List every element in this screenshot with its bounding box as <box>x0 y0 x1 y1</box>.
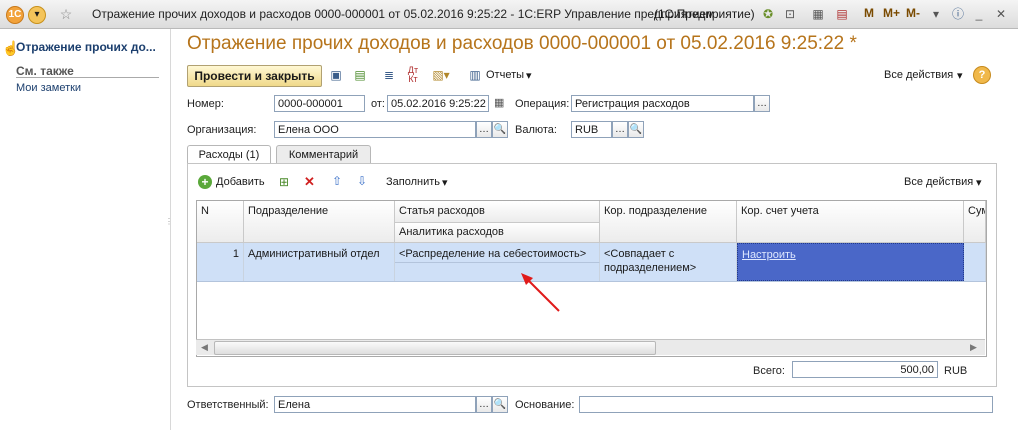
tab-expenses[interactable]: Расходы (1) <box>187 145 271 164</box>
delete-row-icon[interactable]: ✕ <box>304 174 318 189</box>
side-panel: Отражение прочих до... См. также Мои зам… <box>0 29 173 430</box>
currency-search-icon[interactable]: 🔍 <box>628 121 644 138</box>
nav-item-current[interactable]: Отражение прочих до... <box>16 40 156 54</box>
app-logo-icon[interactable]: 1C <box>6 6 24 24</box>
scroll-left-icon[interactable]: ◀ <box>201 342 208 353</box>
cell-expense-analytics[interactable] <box>395 263 600 281</box>
configure-link[interactable]: Настроить <box>742 249 796 261</box>
menu-chevron-icon[interactable]: ▾ <box>28 6 46 24</box>
currency-label: Валюта: <box>515 124 557 136</box>
cell-division[interactable]: Административный отдел <box>244 243 395 281</box>
responsible-field[interactable]: Елена <box>274 396 476 413</box>
move-up-icon[interactable]: ⇧ <box>332 174 346 189</box>
reports-menu[interactable]: Отчеты <box>486 69 524 81</box>
total-field: 500,00 <box>792 361 938 378</box>
all-actions-chevron-icon[interactable]: ▾ <box>957 69 963 82</box>
add-icon[interactable]: + <box>198 175 212 189</box>
column-header-expense-analytics[interactable]: Аналитика расходов <box>395 223 600 243</box>
operation-label: Операция: <box>515 98 570 110</box>
basis-label: Основание: <box>515 399 575 411</box>
list-icon[interactable]: ≣ <box>380 66 398 84</box>
expenses-table[interactable]: N Подразделение Статья расходов Аналитик… <box>196 200 987 357</box>
cell-sum[interactable] <box>964 243 986 281</box>
scroll-right-icon[interactable]: ▶ <box>970 342 977 353</box>
grid-all-actions-chevron-icon[interactable]: ▾ <box>976 176 982 189</box>
post-icon[interactable]: ▤ <box>351 66 369 84</box>
info-icon[interactable]: ⓘ <box>950 6 966 22</box>
close-icon[interactable]: ✕ <box>994 6 1008 22</box>
number-label: Номер: <box>187 98 224 110</box>
dropdown-chevron-icon[interactable]: ▾ <box>930 6 942 22</box>
responsible-select-button[interactable]: … <box>476 396 492 413</box>
column-header-cor-division[interactable]: Кор. подразделение <box>600 201 737 243</box>
organization-label: Организация: <box>187 124 257 136</box>
column-header-sum[interactable]: Сум <box>964 201 986 243</box>
cell-expense-item[interactable]: <Распределение на себестоимость> <box>395 243 600 263</box>
post-and-close-button[interactable]: Провести и закрыть <box>187 65 322 87</box>
dt-kt-icon[interactable]: Дт Кт <box>404 66 422 84</box>
window-title: Отражение прочих доходов и расходов 0000… <box>92 7 715 21</box>
favorite-star-icon[interactable]: ☆ <box>57 6 75 22</box>
scroll-thumb[interactable] <box>214 341 656 355</box>
create-based-icon[interactable]: ▧▾ <box>432 66 450 84</box>
responsible-label: Ответственный: <box>187 399 269 411</box>
fill-chevron-icon[interactable]: ▾ <box>442 176 448 189</box>
copy-row-icon[interactable]: ⊞ <box>279 175 295 190</box>
add-row-button[interactable]: Добавить <box>216 176 265 188</box>
date-label: от: <box>371 98 385 110</box>
star-add-icon[interactable]: ✪ <box>760 6 776 22</box>
splitter-handle[interactable]: ⋮ <box>165 218 173 235</box>
number-field[interactable]: 0000-000001 <box>274 95 365 112</box>
document-title: Отражение прочих доходов и расходов 0000… <box>187 33 857 54</box>
organization-select-button[interactable]: … <box>476 121 492 138</box>
reports-icon[interactable]: ▥ <box>466 66 484 84</box>
nav-section-see-also: См. также <box>16 64 74 78</box>
all-actions-menu[interactable]: Все действия <box>884 69 953 81</box>
minimize-icon[interactable]: _ <box>972 6 986 22</box>
annotation-arrow-icon <box>521 273 560 312</box>
calculator-icon[interactable]: ▦ <box>810 6 826 22</box>
calendar-icon[interactable]: ▤ <box>834 6 850 22</box>
fill-menu[interactable]: Заполнить <box>386 176 440 188</box>
date-field[interactable]: 05.02.2016 9:25:22 <box>387 95 489 112</box>
table-row[interactable]: 1 Административный отдел <Распределение … <box>197 243 986 282</box>
cell-cor-division[interactable]: <Совпадает с подразделением> <box>600 243 737 281</box>
save-icon[interactable]: ▣ <box>327 66 345 84</box>
grid-all-actions-menu[interactable]: Все действия <box>904 176 973 188</box>
bookmark-icon[interactable]: ⊡ <box>782 6 798 22</box>
total-label: Всего: <box>753 365 785 377</box>
move-down-icon[interactable]: ⇩ <box>357 174 371 189</box>
mouse-cursor-icon: ☝ <box>2 40 20 56</box>
currency-field[interactable]: RUB <box>571 121 612 138</box>
nav-divider <box>16 77 159 78</box>
cell-cor-account[interactable]: Настроить <box>737 243 964 281</box>
memory-m-button[interactable]: M <box>864 6 874 20</box>
total-currency: RUB <box>944 365 968 377</box>
app-tag: (1С:Предприятие) <box>654 7 755 21</box>
window-title-bar: 1C ▾ ☆ Отражение прочих доходов и расход… <box>0 0 1018 29</box>
organization-field[interactable]: Елена ООО <box>274 121 476 138</box>
reports-chevron-icon[interactable]: ▾ <box>526 69 532 82</box>
cell-n[interactable]: 1 <box>197 243 244 281</box>
operation-select-button[interactable]: … <box>754 95 770 112</box>
horizontal-scrollbar[interactable]: ◀ ▶ <box>196 339 985 355</box>
column-header-n[interactable]: N <box>197 201 244 243</box>
help-button[interactable]: ? <box>973 66 991 84</box>
calendar-icon[interactable]: ▦ <box>494 96 508 111</box>
basis-field[interactable] <box>579 396 993 413</box>
tab-comment[interactable]: Комментарий <box>276 145 371 164</box>
organization-search-icon[interactable]: 🔍 <box>492 121 508 138</box>
column-header-expense-item[interactable]: Статья расходов <box>395 201 600 223</box>
column-header-division[interactable]: Подразделение <box>244 201 395 243</box>
responsible-search-icon[interactable]: 🔍 <box>492 396 508 413</box>
memory-plus-button[interactable]: M+ <box>883 6 900 20</box>
nav-item-my-notes[interactable]: Мои заметки <box>16 82 81 94</box>
operation-field[interactable]: Регистрация расходов <box>571 95 754 112</box>
column-header-cor-account[interactable]: Кор. счет учета <box>737 201 964 243</box>
currency-select-button[interactable]: … <box>612 121 628 138</box>
memory-minus-button[interactable]: M- <box>906 6 920 20</box>
